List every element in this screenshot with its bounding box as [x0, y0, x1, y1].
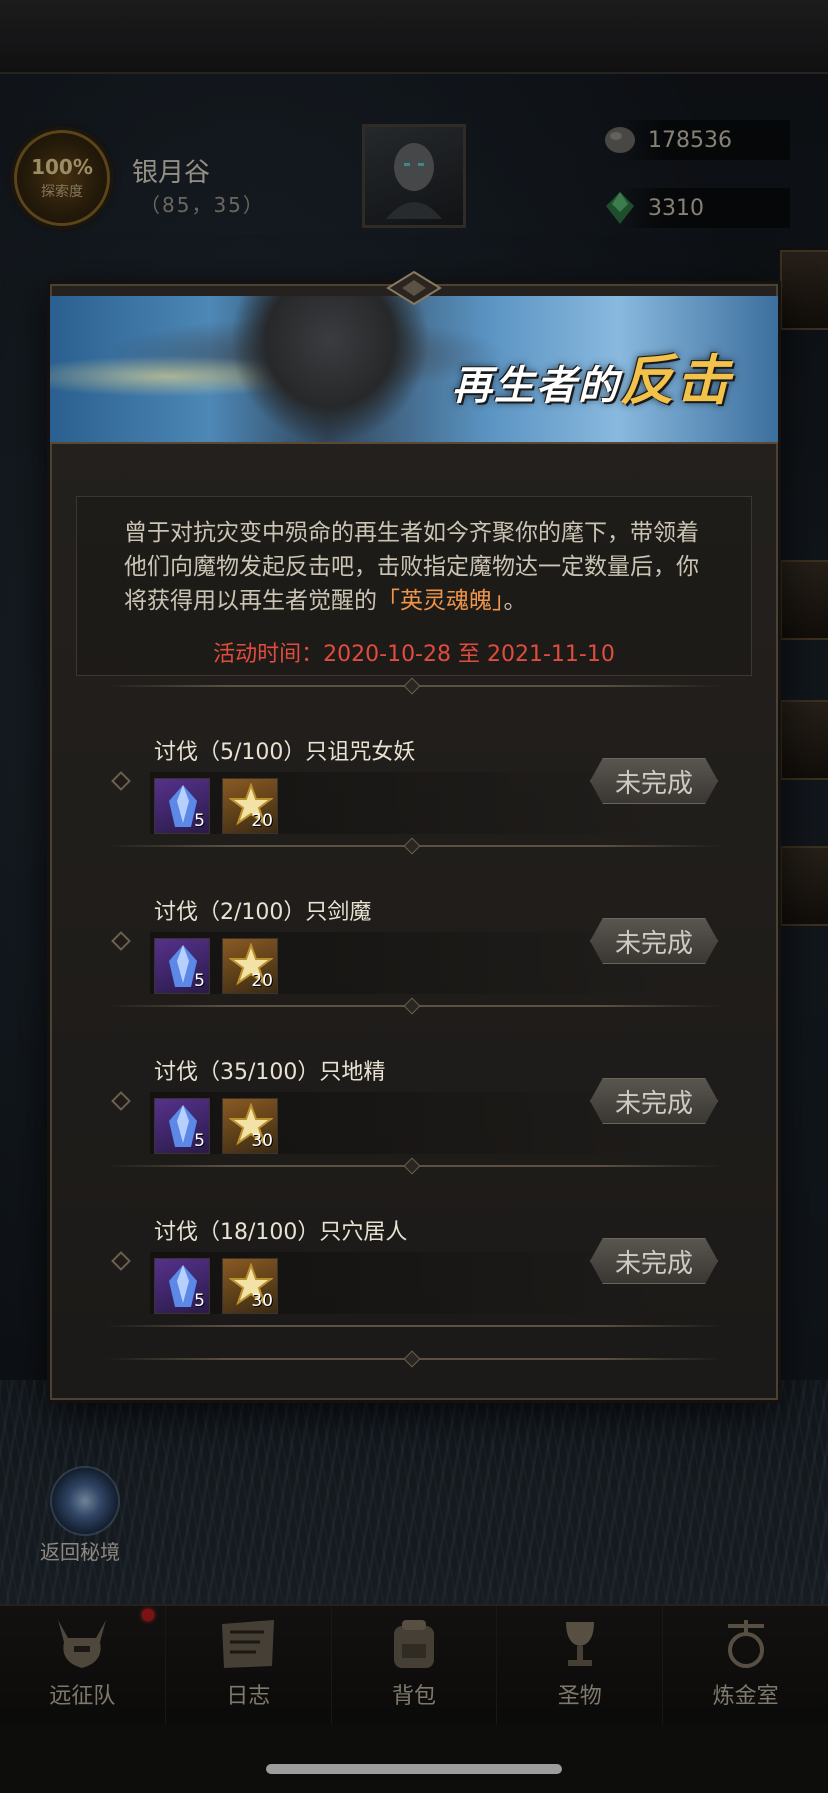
reward-star[interactable]: 30 [222, 1258, 278, 1314]
reward-star-count: 20 [251, 971, 273, 991]
reward-crystal[interactable]: 5 [154, 1098, 210, 1154]
event-title: 再生者的反击 [452, 336, 732, 415]
section-divider [106, 1157, 722, 1175]
reward-star-count: 30 [251, 1291, 273, 1311]
reward-star-count: 20 [251, 811, 273, 831]
task-status-button[interactable]: 未完成 [590, 1238, 718, 1284]
reward-crystal[interactable]: 5 [154, 778, 210, 834]
section-divider [106, 1350, 722, 1368]
event-title-main: 再生者 [452, 362, 578, 409]
task-diamond-icon [111, 1251, 131, 1271]
reward-crystal-count: 5 [194, 971, 205, 991]
event-banner: 再生者的反击 [50, 296, 778, 444]
reward-star[interactable]: 20 [222, 778, 278, 834]
event-time: 活动时间：2020-10-28 至 2021-11-10 [213, 642, 615, 667]
task-status-button[interactable]: 未完成 [590, 918, 718, 964]
event-description: 曾于对抗灾变中殒命的再生者如今齐聚你的麾下，带领着他们向魔物发起反击吧，击败指定… [124, 516, 704, 618]
task-name: 讨伐（5/100）只诅咒女妖 [154, 740, 416, 765]
event-description-end: 。 [503, 588, 527, 614]
task-row: 讨伐（35/100）只地精 5 30 未完成 [106, 1040, 726, 1160]
task-row: 讨伐（2/100）只剑魔 5 20 未完成 [106, 880, 726, 1000]
reward-star[interactable]: 20 [222, 938, 278, 994]
section-divider [106, 1325, 722, 1327]
section-divider [106, 997, 722, 1015]
hooded-hero-art [230, 296, 430, 442]
task-row: 讨伐（18/100）只穴居人 5 30 未完成 [106, 1200, 726, 1320]
task-diamond-icon [111, 1091, 131, 1111]
task-row: 讨伐（5/100）只诅咒女妖 5 20 未完成 [106, 720, 726, 840]
reward-crystal-count: 5 [194, 1291, 205, 1311]
event-title-accent: 反击 [620, 348, 732, 412]
task-name: 讨伐（18/100）只穴居人 [154, 1220, 408, 1245]
reward-crystal-count: 5 [194, 1131, 205, 1151]
task-name: 讨伐（2/100）只剑魔 [154, 900, 372, 925]
task-name: 讨伐（35/100）只地精 [154, 1060, 386, 1085]
crest-ornament-icon [386, 270, 442, 306]
section-divider [106, 677, 722, 695]
task-diamond-icon [111, 931, 131, 951]
reward-star-count: 30 [251, 1131, 273, 1151]
reward-crystal-count: 5 [194, 811, 205, 831]
reward-highlight: 「英灵魂魄」 [377, 588, 504, 614]
section-divider [106, 837, 722, 855]
task-status-button[interactable]: 未完成 [590, 758, 718, 804]
reward-crystal[interactable]: 5 [154, 1258, 210, 1314]
event-title-of: 的 [578, 362, 620, 409]
task-diamond-icon [111, 771, 131, 791]
task-status-button[interactable]: 未完成 [590, 1078, 718, 1124]
reward-crystal[interactable]: 5 [154, 938, 210, 994]
reward-star[interactable]: 30 [222, 1098, 278, 1154]
